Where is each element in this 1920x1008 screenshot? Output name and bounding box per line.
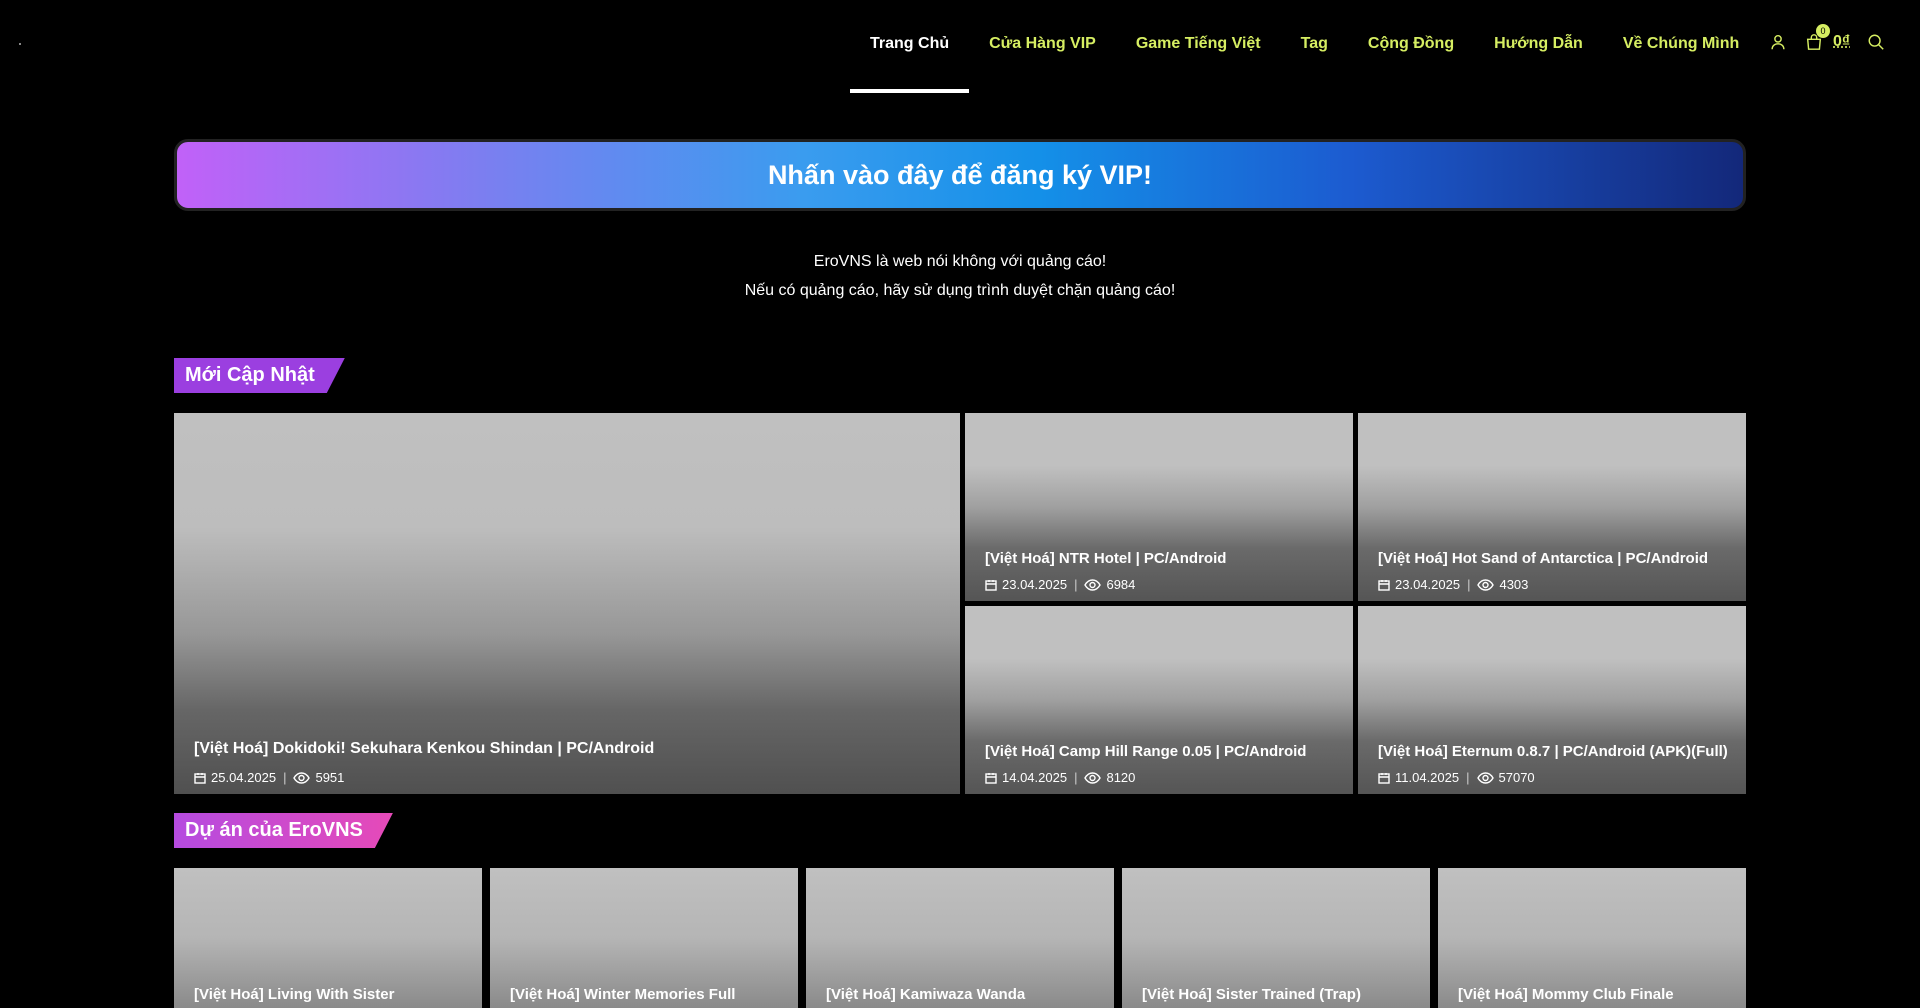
cart-count-badge: 0 (1816, 24, 1830, 38)
adblock-notice: Nếu có quảng cáo, hãy sử dụng trình duyệ… (744, 282, 1176, 299)
post-views: 4303 (1499, 577, 1529, 592)
section-title-projects: Dự án của EroVNS (174, 813, 393, 848)
nav-item-community[interactable]: Cộng Đồng (1368, 0, 1454, 60)
project-card[interactable]: [Việt Hoá] Living With Sister (174, 868, 482, 1008)
site-logo[interactable] (19, 43, 21, 45)
site-header: Trang Chủ Cửa Hàng VIP Game Tiếng Việt T… (0, 0, 1920, 95)
post-card[interactable]: [Việt Hoá] Camp Hill Range 0.05 | PC/And… (965, 606, 1353, 794)
post-title[interactable]: [Việt Hoá] Camp Hill Range 0.05 | PC/And… (985, 743, 1337, 760)
project-title[interactable]: [Việt Hoá] Winter Memories Full (510, 986, 782, 1003)
post-meta: 11.04.2025 | 57070 (1378, 770, 1535, 785)
vip-banner-text: Nhấn vào đây để đăng ký VIP! (767, 159, 1153, 190)
calendar-icon (1378, 579, 1390, 591)
project-title[interactable]: [Việt Hoá] Sister Trained (Trap) (1142, 986, 1414, 1003)
project-title[interactable]: [Việt Hoá] Kamiwaza Wanda (826, 986, 1098, 1003)
post-card[interactable]: [Việt Hoá] NTR Hotel | PC/Android 23.04.… (965, 413, 1353, 601)
vip-signup-banner[interactable]: Nhấn vào đây để đăng ký VIP! (174, 139, 1746, 211)
nav-item-vietnamese-games[interactable]: Game Tiếng Việt (1136, 0, 1261, 60)
post-date: 14.04.2025 (1002, 770, 1068, 785)
post-card-featured[interactable]: [Việt Hoá] Dokidoki! Sekuhara Kenkou Shi… (174, 413, 960, 794)
nav-item-home[interactable]: Trang Chủ (849, 0, 970, 93)
search-icon[interactable] (1866, 32, 1886, 52)
eye-icon (1084, 771, 1102, 784)
project-title[interactable]: [Việt Hoá] Living With Sister (194, 986, 466, 1003)
calendar-icon (194, 772, 206, 784)
post-meta: 25.04.2025 | 5951 (194, 770, 344, 785)
project-card[interactable]: [Việt Hoá] Sister Trained (Trap) (1122, 868, 1430, 1008)
post-card[interactable]: [Việt Hoá] Hot Sand of Antarctica | PC/A… (1358, 413, 1746, 601)
user-icon[interactable] (1768, 32, 1788, 52)
post-card[interactable]: [Việt Hoá] Eternum 0.8.7 | PC/Android (A… (1358, 606, 1746, 794)
project-card[interactable]: [Việt Hoá] Mommy Club Finale (1438, 868, 1746, 1008)
post-title[interactable]: [Việt Hoá] Dokidoki! Sekuhara Kenkou Shi… (194, 740, 944, 758)
post-views: 8120 (1106, 770, 1136, 785)
post-date: 11.04.2025 (1395, 770, 1460, 785)
post-meta: 23.04.2025 | 4303 (1378, 577, 1528, 592)
cart-total[interactable]: 0₫ (1833, 33, 1850, 51)
section-title-latest: Mới Cập Nhật (174, 358, 345, 393)
eye-icon (1477, 578, 1495, 591)
main-nav: Trang Chủ Cửa Hàng VIP Game Tiếng Việt T… (849, 0, 1779, 95)
post-title[interactable]: [Việt Hoá] NTR Hotel | PC/Android (985, 550, 1337, 567)
header-actions: 0 0₫ (1768, 24, 1886, 52)
post-date: 23.04.2025 (1002, 577, 1068, 592)
nav-item-vip-store[interactable]: Cửa Hàng VIP (989, 0, 1096, 60)
project-card[interactable]: [Việt Hoá] Winter Memories Full (490, 868, 798, 1008)
project-title[interactable]: [Việt Hoá] Mommy Club Finale (1458, 986, 1730, 1003)
calendar-icon (1378, 772, 1390, 784)
eye-icon (293, 771, 311, 784)
post-date: 25.04.2025 (211, 770, 277, 785)
no-ads-notice: EroVNS là web nói không với quảng cáo! (813, 253, 1107, 270)
eye-icon (1084, 578, 1102, 591)
project-card[interactable]: [Việt Hoá] Kamiwaza Wanda (806, 868, 1114, 1008)
post-views: 57070 (1498, 770, 1535, 785)
eye-icon (1476, 771, 1494, 784)
cart-icon[interactable]: 0 (1804, 24, 1830, 52)
post-views: 6984 (1106, 577, 1136, 592)
nav-item-about[interactable]: Về Chúng Mình (1623, 0, 1739, 60)
post-views: 5951 (315, 770, 345, 785)
post-meta: 14.04.2025 | 8120 (985, 770, 1135, 785)
post-title[interactable]: [Việt Hoá] Hot Sand of Antarctica | PC/A… (1378, 550, 1730, 567)
calendar-icon (985, 772, 997, 784)
post-meta: 23.04.2025 | 6984 (985, 577, 1135, 592)
post-title[interactable]: [Việt Hoá] Eternum 0.8.7 | PC/Android (A… (1378, 743, 1730, 760)
nav-item-tag[interactable]: Tag (1301, 0, 1328, 60)
post-date: 23.04.2025 (1395, 577, 1461, 592)
calendar-icon (985, 579, 997, 591)
nav-item-guide[interactable]: Hướng Dẫn (1494, 0, 1583, 60)
